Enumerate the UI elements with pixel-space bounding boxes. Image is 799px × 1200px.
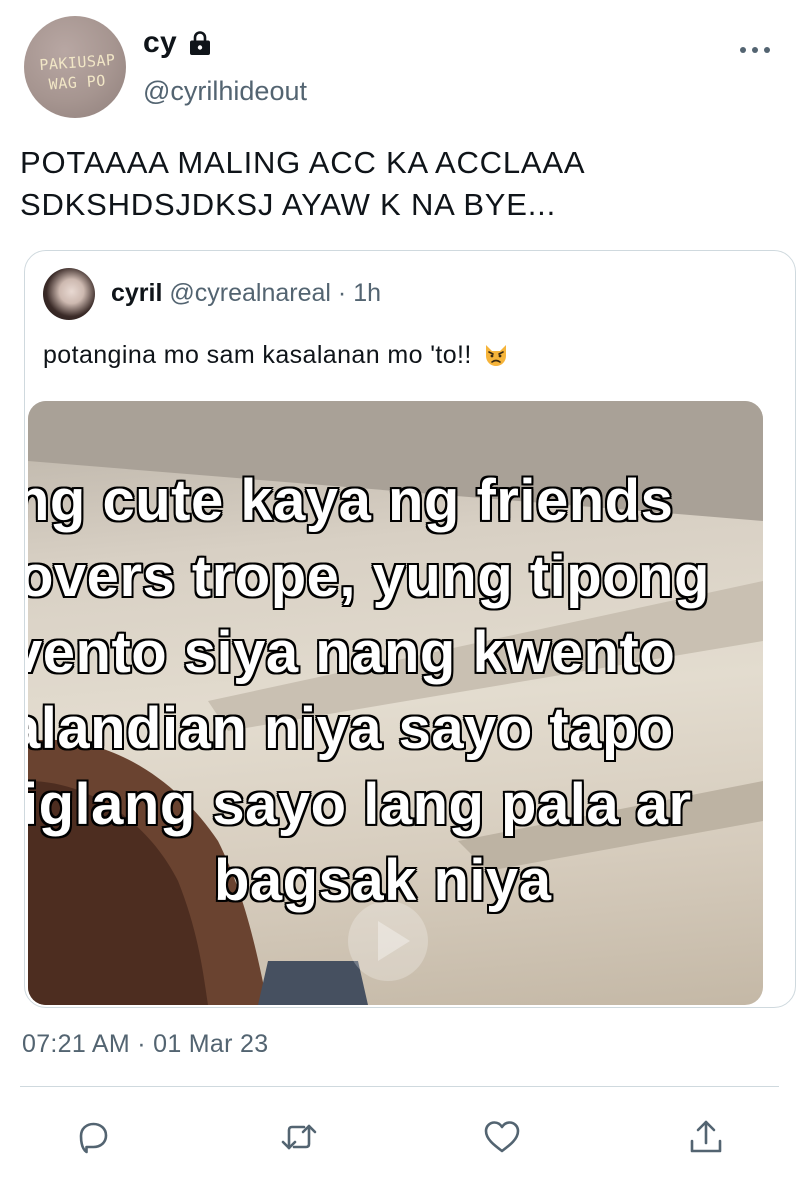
quoted-tweet-time[interactable]: 1h [353, 279, 381, 307]
share-icon [690, 1120, 722, 1153]
quoted-author-handle[interactable]: @cyrealnareal [169, 279, 331, 307]
pouting-cat-emoji-icon [486, 345, 507, 366]
reply-icon [79, 1122, 108, 1154]
quoted-tweet-text-content: potangina mo sam kasalanan mo 'to!! [43, 341, 472, 369]
author-display-name[interactable]: cy [143, 26, 177, 60]
author-avatar[interactable]: PAKIUSAP WAG PO [24, 16, 126, 118]
reply-button[interactable] [73, 1117, 113, 1157]
divider [20, 1086, 779, 1087]
quoted-author-avatar[interactable] [43, 268, 95, 320]
heart-icon [484, 1121, 520, 1153]
quoted-tweet-header: cyril @cyrealnareal · 1h [111, 279, 381, 308]
retweet-icon [281, 1124, 317, 1150]
caption-line: ng cute kaya ng friends [28, 468, 674, 533]
like-button[interactable] [482, 1117, 522, 1157]
lock-icon [190, 31, 210, 55]
quoted-tweet-card[interactable]: cyril @cyrealnareal · 1h potangina mo sa… [24, 250, 796, 1008]
tweet: PAKIUSAP WAG PO cy @cyrilhideout POTAAAA… [0, 0, 799, 1200]
tweet-timestamp[interactable]: 07:21 AM · 01 Mar 23 [22, 1030, 268, 1059]
quoted-video-thumbnail[interactable]: ng cute kaya ng friends overs trope, yun… [28, 401, 763, 1005]
author-handle[interactable]: @cyrilhideout [143, 76, 307, 107]
caption-line: alandian niya sayo tapo [28, 696, 674, 761]
tweet-text: POTAAAA MALING ACC KA ACCLAAA SDKSHDSJDK… [20, 145, 584, 222]
caption-line: vento siya nang kwento [28, 620, 676, 685]
caption-line: iglang sayo lang pala ar [28, 772, 692, 837]
quoted-tweet-text: potangina mo sam kasalanan mo 'to!! [43, 341, 509, 370]
caption-line: bagsak niya [214, 848, 552, 913]
avatar-sign: PAKIUSAP WAG PO [27, 48, 126, 96]
header-separator: · [337, 279, 347, 307]
caption-line: overs trope, yung tipong [28, 544, 710, 609]
more-icon[interactable] [740, 44, 770, 56]
video-caption: ng cute kaya ng friends overs trope, yun… [28, 463, 763, 919]
share-button[interactable] [686, 1117, 726, 1157]
quoted-author-name[interactable]: cyril [111, 279, 162, 307]
retweet-button[interactable] [279, 1117, 319, 1157]
